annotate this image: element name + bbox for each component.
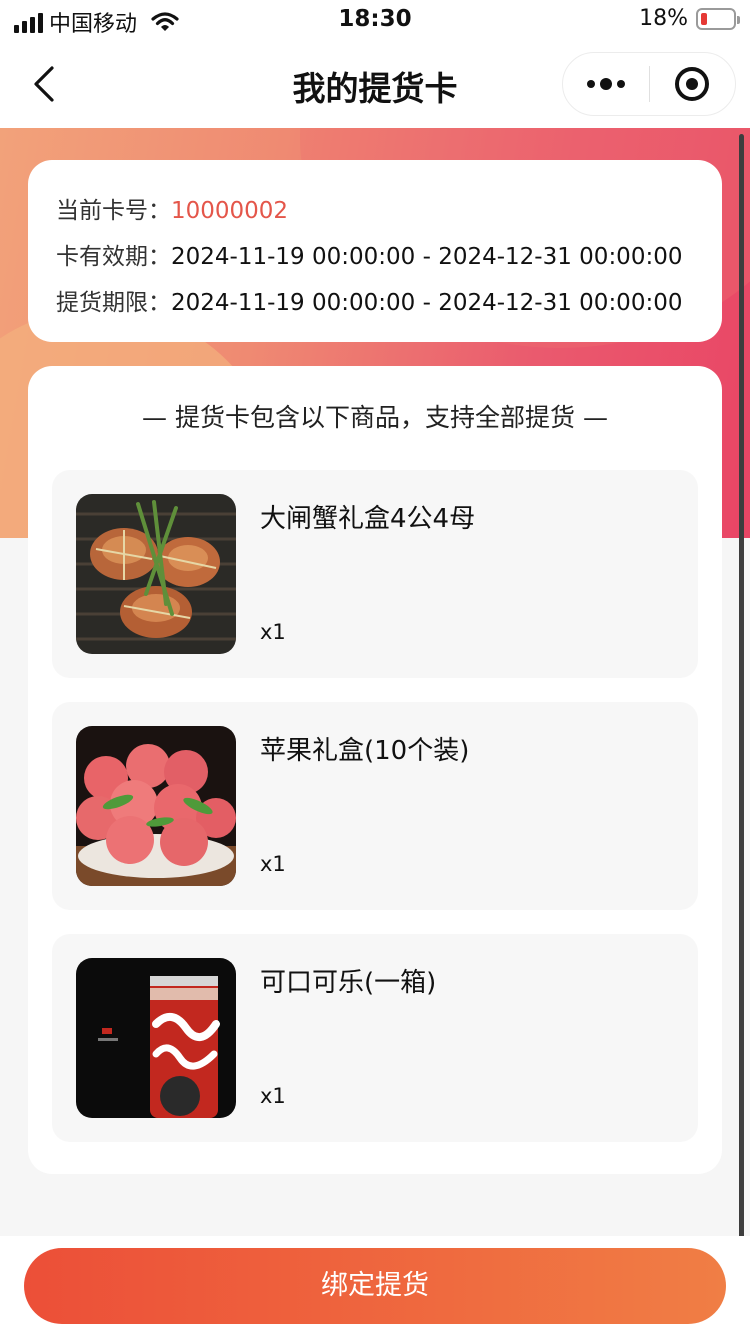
battery-percent: 18% xyxy=(639,6,688,31)
target-icon[interactable] xyxy=(650,52,735,116)
goods-name: 苹果礼盒(10个装) xyxy=(260,736,470,766)
goods-item[interactable]: 可口可乐(一箱) x1 xyxy=(52,934,698,1142)
mini-program-capsule xyxy=(562,52,736,116)
apple-image xyxy=(76,726,236,886)
status-bar: 中国移动 18:30 18% xyxy=(0,0,750,40)
goods-quantity: x1 xyxy=(260,852,286,876)
card-info-panel: 当前卡号： 10000002 卡有效期： 2024-11-19 00:00:00… xyxy=(28,160,722,342)
crab-image xyxy=(76,494,236,654)
cola-image xyxy=(76,958,236,1118)
goods-name: 大闸蟹礼盒4公4母 xyxy=(260,504,476,534)
status-time: 18:30 xyxy=(338,6,412,32)
card-number-value: 10000002 xyxy=(171,198,289,224)
card-validity-row: 卡有效期： 2024-11-19 00:00:00 - 2024-12-31 0… xyxy=(56,234,694,280)
status-right: 18% xyxy=(639,6,740,31)
battery-icon xyxy=(696,7,740,30)
goods-quantity: x1 xyxy=(260,620,286,644)
goods-quantity: x1 xyxy=(260,1084,286,1108)
pickup-period-value: 2024-11-19 00:00:00 - 2024-12-31 00:00:0… xyxy=(171,290,683,316)
goods-heading: — 提货卡包含以下商品，支持全部提货 — xyxy=(142,403,608,432)
goods-item[interactable]: 大闸蟹礼盒4公4母 x1 xyxy=(52,470,698,678)
goods-panel: — 提货卡包含以下商品，支持全部提货 — 大闸蟹礼盒4公4母 x1 苹果礼盒(1… xyxy=(28,366,722,1174)
pickup-period-label: 提货期限： xyxy=(56,290,171,316)
card-validity-value: 2024-11-19 00:00:00 - 2024-12-31 00:00:0… xyxy=(171,244,683,270)
nav-bar: 我的提货卡 xyxy=(0,40,750,128)
goods-item[interactable]: 苹果礼盒(10个装) x1 xyxy=(52,702,698,910)
card-number-row: 当前卡号： 10000002 xyxy=(56,188,694,234)
bind-pickup-button[interactable]: 绑定提货 xyxy=(24,1248,726,1324)
card-number-label: 当前卡号： xyxy=(56,198,171,224)
goods-name: 可口可乐(一箱) xyxy=(260,968,437,998)
scrollbar[interactable] xyxy=(739,134,744,1264)
pickup-period-row: 提货期限： 2024-11-19 00:00:00 - 2024-12-31 0… xyxy=(56,280,694,326)
more-dots-icon[interactable] xyxy=(563,52,649,116)
bottom-action-bar: 绑定提货 xyxy=(0,1236,750,1334)
card-validity-label: 卡有效期： xyxy=(56,244,171,270)
